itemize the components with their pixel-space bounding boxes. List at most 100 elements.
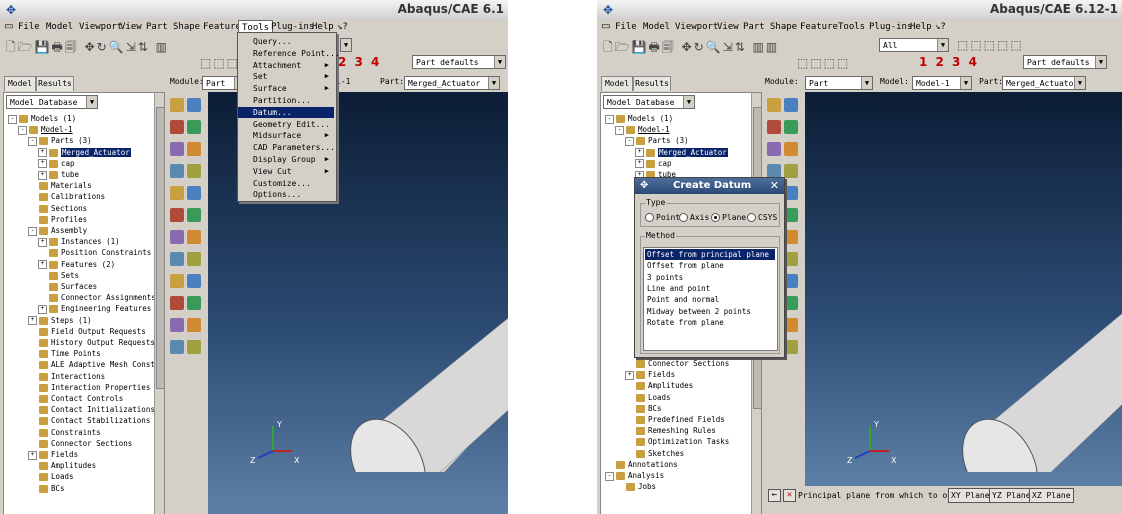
- toolbox-tool-icon[interactable]: [170, 142, 184, 156]
- tools-menu-item-customize[interactable]: Customize...: [238, 178, 334, 189]
- tree-item-interaction-properties[interactable]: Interaction Properties: [28, 382, 150, 393]
- tree-item-amplitudes[interactable]: Amplitudes: [625, 380, 693, 391]
- view-tool-icons[interactable]: ⬚⬚⬚⬚: [797, 56, 850, 70]
- method-item-line-and-point[interactable]: Line and point: [645, 283, 775, 294]
- tree-item-calibrations[interactable]: Calibrations: [28, 191, 105, 202]
- menu-plugins[interactable]: Plug-ins: [869, 22, 912, 32]
- tree-item-position-constraints[interactable]: Position Constraints: [38, 247, 151, 258]
- cancel-x-icon[interactable]: ✕: [783, 489, 796, 502]
- toolbox-tool-icon[interactable]: [187, 164, 201, 178]
- toolbox-tool-icon[interactable]: [187, 208, 201, 222]
- model-database-combo[interactable]: Model Database ▼: [6, 95, 98, 109]
- tree-item-contact-controls[interactable]: Contact Controls: [28, 393, 123, 404]
- toolbox-tool-icon[interactable]: [784, 230, 798, 244]
- tools-menu-item-cad-parameters[interactable]: CAD Parameters...: [238, 142, 335, 153]
- toolbox-tool-icon[interactable]: [170, 274, 184, 288]
- menu-help[interactable]: Help: [910, 22, 932, 32]
- toolbox-tool-icon[interactable]: [170, 98, 184, 112]
- tree-item-model-1[interactable]: - Model-1: [18, 124, 73, 135]
- expand-icon[interactable]: +: [625, 370, 634, 380]
- toolbox-tool-icon[interactable]: [187, 142, 201, 156]
- tree-item-steps-1[interactable]: + Steps (1): [28, 315, 92, 326]
- tree-item-sections[interactable]: Sections: [28, 203, 87, 214]
- collapse-icon[interactable]: -: [28, 136, 37, 146]
- tools-menu-item-midsurface[interactable]: Midsurface ▶: [238, 130, 334, 141]
- type-radio-plane[interactable]: Plane: [711, 213, 746, 222]
- toolbox-tool-icon[interactable]: [767, 98, 781, 112]
- toolbox-tool-icon[interactable]: [170, 230, 184, 244]
- method-item-rotate-from-plane[interactable]: Rotate from plane: [645, 317, 775, 328]
- toolbox-tool-icon[interactable]: [170, 318, 184, 332]
- tree-item-connector-sections[interactable]: Connector Sections: [625, 358, 729, 369]
- tree-item-remeshing-rules[interactable]: Remeshing Rules: [625, 425, 716, 436]
- expand-icon[interactable]: +: [28, 450, 37, 460]
- tree-item-models-1[interactable]: - Models (1): [8, 113, 76, 124]
- tree-item-optimization-tasks[interactable]: Optimization Tasks: [625, 436, 729, 447]
- selection-filter-combo[interactable]: All ▼: [879, 38, 949, 52]
- type-radio-csys[interactable]: CSYS: [747, 213, 777, 222]
- menu-help[interactable]: Help: [312, 22, 334, 32]
- tree-item-bcs[interactable]: BCs: [625, 403, 662, 414]
- menu-viewport[interactable]: Viewport: [675, 22, 718, 32]
- expand-icon[interactable]: +: [38, 237, 47, 247]
- menu-view[interactable]: View: [120, 22, 142, 32]
- tools-menu-item-reference-point[interactable]: Reference Point...: [238, 48, 340, 59]
- tree-item-field-output-requests[interactable]: Field Output Requests: [28, 326, 146, 337]
- part-combo[interactable]: Merged_Actuator ▼: [1002, 76, 1086, 90]
- tree-item-interactions[interactable]: Interactions: [28, 371, 105, 382]
- menu-plugins[interactable]: Plug-ins: [271, 22, 314, 32]
- menu-file[interactable]: File: [18, 22, 40, 32]
- collapse-icon[interactable]: -: [605, 471, 614, 481]
- menu-feature[interactable]: Feature: [203, 22, 241, 32]
- expand-icon[interactable]: +: [635, 159, 644, 169]
- collapse-icon[interactable]: -: [615, 125, 624, 135]
- tools-menu-item-options[interactable]: Options...: [238, 189, 334, 200]
- menu-shape[interactable]: Shape: [173, 22, 200, 32]
- tree-item-model-1[interactable]: - Model-1: [615, 124, 670, 135]
- tools-menu-item-set[interactable]: Set ▶: [238, 71, 334, 82]
- viewport[interactable]: Y Z X: [805, 92, 1122, 486]
- xz-plane-button[interactable]: XZ Plane: [1029, 488, 1074, 503]
- model-database-combo[interactable]: Model Database ▼: [603, 95, 695, 109]
- toolbox-tool-icon[interactable]: [187, 186, 201, 200]
- tools-menu-item-attachment[interactable]: Attachment ▶: [238, 60, 334, 71]
- tree-item-annotations[interactable]: Annotations: [605, 459, 678, 470]
- toolbox-tool-icon[interactable]: [170, 252, 184, 266]
- tree-item-sets[interactable]: Sets: [38, 270, 79, 281]
- model-combo-text[interactable]: l-1: [336, 77, 350, 86]
- tree-item-engineering-features[interactable]: + Engineering Features: [38, 303, 151, 314]
- tree-item-predefined-fields[interactable]: Predefined Fields: [625, 414, 725, 425]
- toolbox-tool-icon[interactable]: [784, 208, 798, 222]
- back-arrow-icon[interactable]: ←: [768, 489, 781, 502]
- expand-icon[interactable]: +: [28, 316, 37, 326]
- tools-menu-item-datum[interactable]: Datum...: [238, 106, 334, 118]
- tree-item-time-points[interactable]: Time Points: [28, 348, 101, 359]
- filter-combo[interactable]: ▼: [340, 38, 352, 52]
- expand-icon[interactable]: +: [38, 260, 47, 270]
- tree-item-instances-1[interactable]: + Instances (1): [38, 236, 120, 247]
- tools-menu-item-view-cut[interactable]: View Cut ▶: [238, 166, 334, 177]
- toolbox-tool-icon[interactable]: [187, 120, 201, 134]
- menu-view[interactable]: View: [717, 22, 739, 32]
- render-style-numbers[interactable]: 1 2 3 4: [919, 55, 977, 69]
- expand-icon[interactable]: +: [635, 148, 644, 158]
- method-item-midway-between-2-points[interactable]: Midway between 2 points: [645, 306, 775, 317]
- tree-item-ale-adaptive-mesh-constrai[interactable]: ALE Adaptive Mesh Constrai: [28, 359, 164, 370]
- context-help-icon[interactable]: ↘?: [935, 22, 946, 32]
- tree-item-fields[interactable]: + Fields: [625, 369, 675, 380]
- toolbox-tool-icon[interactable]: [784, 274, 798, 288]
- part-combo[interactable]: Merged_Actuator ▼: [404, 76, 500, 90]
- expand-icon[interactable]: +: [38, 159, 47, 169]
- toolbox-tool-icon[interactable]: [767, 164, 781, 178]
- tree-item-contact-initializations[interactable]: Contact Initializations: [28, 404, 155, 415]
- menu-viewport[interactable]: Viewport: [79, 22, 122, 32]
- toolbox-tool-icon[interactable]: [187, 98, 201, 112]
- toolbox-tool-icon[interactable]: [170, 164, 184, 178]
- tree-item-contact-stabilizations[interactable]: Contact Stabilizations: [28, 415, 150, 426]
- method-item-3-points[interactable]: 3 points: [645, 272, 775, 283]
- menu-part[interactable]: Part: [146, 22, 168, 32]
- expand-icon[interactable]: +: [38, 170, 47, 180]
- xy-plane-button[interactable]: XY Plane: [948, 488, 993, 503]
- render-style-numbers[interactable]: 2 3 4: [338, 55, 379, 69]
- menu-shape[interactable]: Shape: [770, 22, 797, 32]
